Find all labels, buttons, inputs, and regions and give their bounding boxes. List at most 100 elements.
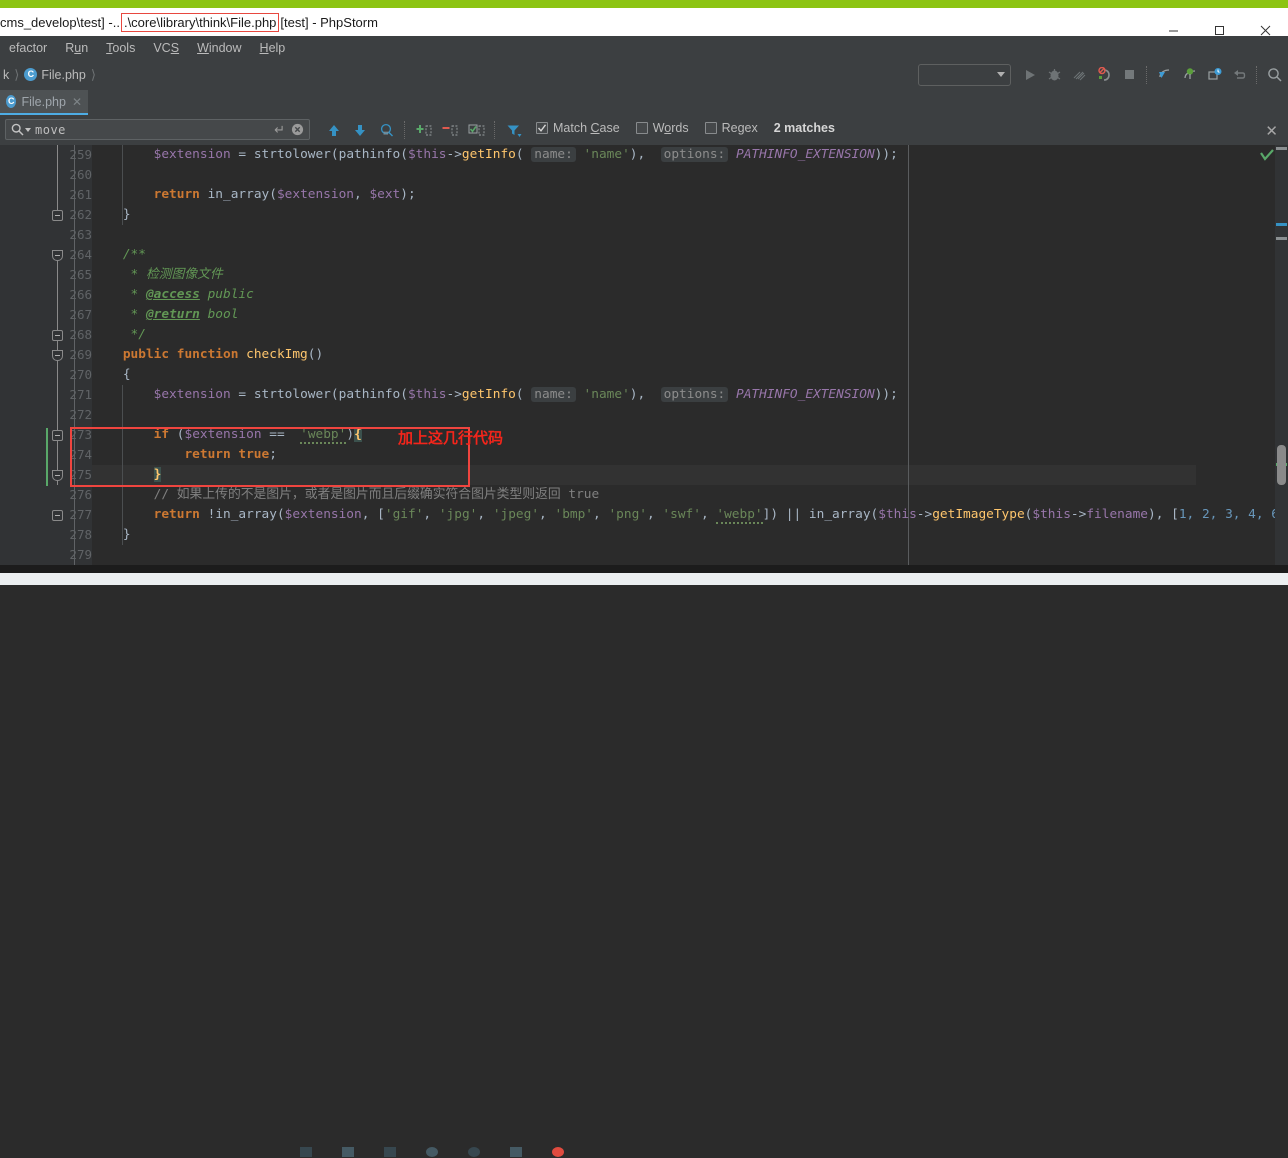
magnifier-dropdown-icon[interactable] <box>11 123 31 136</box>
run-configuration-selector[interactable] <box>918 63 1011 86</box>
arrow-down-icon <box>355 124 365 136</box>
code-line-271: $extension = strtolower(pathinfo($this->… <box>153 387 898 402</box>
taskbar-folder-icon[interactable] <box>384 1147 396 1157</box>
undo-button[interactable] <box>1228 63 1251 86</box>
find-all-button[interactable] <box>374 118 398 142</box>
line-number: 266 <box>69 287 92 302</box>
fold-marker[interactable] <box>52 470 63 481</box>
fold-marker[interactable] <box>52 510 63 521</box>
coverage-button[interactable] <box>1068 63 1091 86</box>
editor-scrollbar-thumb[interactable] <box>1277 445 1286 485</box>
fold-marker[interactable] <box>52 330 63 341</box>
fold-marker[interactable] <box>52 350 63 361</box>
menu-label: efactor <box>9 40 48 55</box>
select-all-occurrences-icon <box>468 124 484 135</box>
return-arrow-icon[interactable]: ↵ <box>274 122 285 138</box>
editor-tab-file-php[interactable]: C File.php ✕ <box>0 90 88 115</box>
marker-stripe[interactable] <box>1276 147 1287 150</box>
menu-item-tools[interactable]: Tools <box>97 39 144 57</box>
code-line-262: } <box>122 207 131 222</box>
code-line-265: * 检测图像文件 <box>130 267 223 282</box>
add-selection-icon <box>416 124 431 135</box>
check-icon <box>537 124 547 132</box>
line-number: 278 <box>69 527 92 542</box>
code-text-area[interactable]: $extension = strtolower(pathinfo($this->… <box>92 145 1288 565</box>
bug-icon <box>1048 68 1061 80</box>
navigation-bar: k ⟩ C File.php ⟩ <box>0 59 1288 91</box>
code-editor[interactable]: 259 260 261 262 263 264 265 266 267 268 … <box>0 145 1288 565</box>
search-input[interactable]: move ↵ <box>5 119 310 140</box>
breadcrumb-item-file[interactable]: C File.php <box>21 68 88 82</box>
debug-button[interactable] <box>1043 63 1066 86</box>
taskbar-terminal-icon[interactable] <box>510 1147 522 1157</box>
menu-item-run[interactable]: Run <box>56 39 97 57</box>
vcs-update-icon <box>1158 69 1169 78</box>
menu-item-window[interactable]: Window <box>188 39 250 57</box>
close-icon <box>1260 25 1270 35</box>
run-button[interactable] <box>1018 63 1041 86</box>
profile-icon <box>1097 67 1110 81</box>
match-case-checkbox[interactable]: Match Case <box>536 121 620 135</box>
main-toolbar <box>918 59 1286 90</box>
chevron-down-icon <box>997 72 1005 77</box>
fold-marker[interactable] <box>52 250 63 261</box>
taskbar-browser-icon[interactable] <box>426 1147 438 1157</box>
taskbar-app-icon[interactable] <box>342 1147 354 1157</box>
code-line-259: $extension = strtolower(pathinfo($this->… <box>153 147 898 162</box>
menu-item-vcs[interactable]: VCS <box>144 39 188 57</box>
breadcrumb-label: k <box>3 67 10 82</box>
match-count-label: 2 matches <box>773 121 835 135</box>
maximize-icon <box>1214 25 1224 35</box>
php-class-icon: C <box>6 95 17 108</box>
windows-taskbar[interactable] <box>0 573 1288 1157</box>
code-line-264: /** <box>122 247 146 262</box>
taskbar-icon-group <box>300 1146 564 1158</box>
commit-button[interactable] <box>1178 63 1201 86</box>
menu-item-help[interactable]: Help <box>251 39 295 57</box>
editor-marker-gutter[interactable] <box>1275 145 1288 565</box>
filter-icon <box>507 125 522 137</box>
taskbar-notification-icon[interactable] <box>552 1147 564 1157</box>
words-checkbox[interactable]: Words <box>635 121 689 135</box>
remove-selection-button[interactable] <box>438 118 462 142</box>
filter-button[interactable] <box>502 118 526 142</box>
taskbar-editor-icon[interactable] <box>468 1147 480 1157</box>
fold-region-line <box>57 261 58 281</box>
find-divider <box>404 121 406 139</box>
fold-marker[interactable] <box>52 430 63 441</box>
editor-gutter[interactable]: 259 260 261 262 263 264 265 266 267 268 … <box>0 145 92 565</box>
search-everywhere-button[interactable] <box>1263 63 1286 86</box>
inspection-ok-check-icon[interactable] <box>1260 149 1274 165</box>
stop-button[interactable] <box>1118 63 1141 86</box>
toolbar-divider <box>1146 65 1148 84</box>
find-previous-button[interactable] <box>322 118 346 142</box>
breadcrumb-label: File.php <box>41 67 86 82</box>
clear-circle-icon[interactable] <box>291 123 304 136</box>
find-bar: move ↵ Match Case Words Regex 2 matches … <box>0 115 1288 145</box>
select-all-occurrences-button[interactable] <box>464 118 488 142</box>
title-ellipsis: .. <box>112 14 120 30</box>
line-number: 267 <box>69 307 92 322</box>
magnifier-icon <box>1268 68 1282 82</box>
taskbar-window-icon[interactable] <box>300 1147 312 1157</box>
stop-square-icon <box>1125 70 1134 79</box>
close-find-bar-button[interactable]: ✕ <box>1265 122 1278 140</box>
code-line-275: }​ <box>153 467 162 482</box>
checkbox-box <box>635 122 648 134</box>
breadcrumb: k ⟩ C File.php ⟩ <box>0 59 98 90</box>
close-icon[interactable]: ✕ <box>72 95 82 109</box>
breadcrumb-item-think[interactable]: k <box>0 68 12 82</box>
menu-item-refactor[interactable]: efactor <box>0 39 56 57</box>
add-selection-button[interactable] <box>412 118 436 142</box>
push-button[interactable] <box>1203 63 1226 86</box>
marker-stripe[interactable] <box>1276 223 1287 226</box>
update-project-button[interactable] <box>1153 63 1176 86</box>
search-input-value: move <box>35 122 66 137</box>
vcs-change-bar[interactable] <box>46 428 48 486</box>
find-next-button[interactable] <box>348 118 372 142</box>
profile-button[interactable] <box>1093 63 1116 86</box>
regex-checkbox[interactable]: Regex <box>704 121 758 135</box>
fold-marker[interactable] <box>52 210 63 221</box>
minimize-icon <box>1168 30 1178 31</box>
marker-stripe[interactable] <box>1276 237 1287 240</box>
